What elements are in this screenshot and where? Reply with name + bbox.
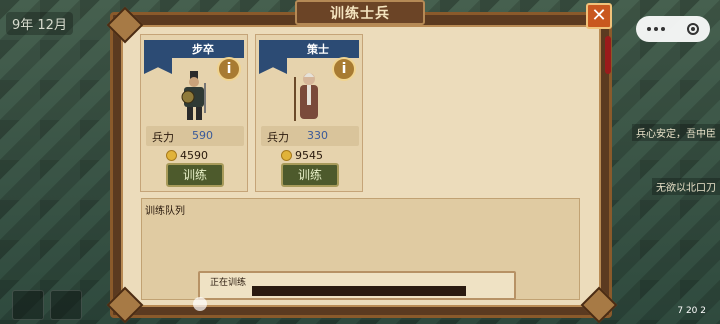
- training-status: 正在训练: [198, 271, 516, 300]
- training-status-label: 正在训练: [210, 278, 247, 288]
- more-menu-icon[interactable]: [647, 27, 665, 31]
- stat-label: 兵力: [267, 131, 289, 144]
- elder-strategist-icon: [294, 73, 318, 121]
- touch-indicator: [193, 297, 207, 311]
- mini-program-capsule: [636, 16, 710, 42]
- troop-stat: 兵力 330: [261, 126, 359, 146]
- panel-title: 训练士兵: [295, 0, 425, 25]
- map-side-text-2: 无欲以北口刀: [652, 178, 720, 195]
- troop-stat: 兵力 590: [146, 126, 244, 146]
- close-program-icon[interactable]: [687, 23, 699, 35]
- cost-value: 4590: [180, 149, 208, 162]
- training-progress-bar: [252, 286, 466, 296]
- gold-coin-icon: [166, 150, 177, 161]
- stat-value: 330: [307, 129, 328, 142]
- info-icon[interactable]: i: [332, 57, 356, 81]
- menu-button-2[interactable]: [50, 290, 82, 320]
- menu-button-1[interactable]: [12, 290, 44, 320]
- unit-card-strategist: 策士 i 兵力 330 9545 训练: [255, 34, 363, 192]
- unit-card-infantry: 步卒 i 兵力 590 4590 训练: [140, 34, 248, 192]
- armored-soldier-icon: [181, 71, 206, 120]
- info-icon[interactable]: i: [217, 57, 241, 81]
- map-side-text-1: 兵心安定，吾中臣: [632, 124, 720, 141]
- queue-title: 训练队列: [145, 206, 185, 217]
- bottom-menu: [12, 290, 82, 320]
- unit-name: 步卒: [192, 43, 214, 56]
- gold-coin-icon: [281, 150, 292, 161]
- stat-label: 兵力: [152, 131, 174, 144]
- close-button[interactable]: ✕: [586, 3, 612, 29]
- cost-value: 9545: [295, 149, 323, 162]
- train-button[interactable]: 训练: [281, 163, 339, 187]
- gold-cost: 4590: [166, 149, 208, 162]
- train-button[interactable]: 训练: [166, 163, 224, 187]
- stat-value: 590: [192, 129, 213, 142]
- game-date: 9年 12月: [6, 12, 73, 35]
- decorative-tassel: [605, 36, 611, 74]
- gold-cost: 9545: [281, 149, 323, 162]
- fps-readout: 7 20 2: [677, 306, 706, 316]
- unit-name: 策士: [307, 43, 329, 56]
